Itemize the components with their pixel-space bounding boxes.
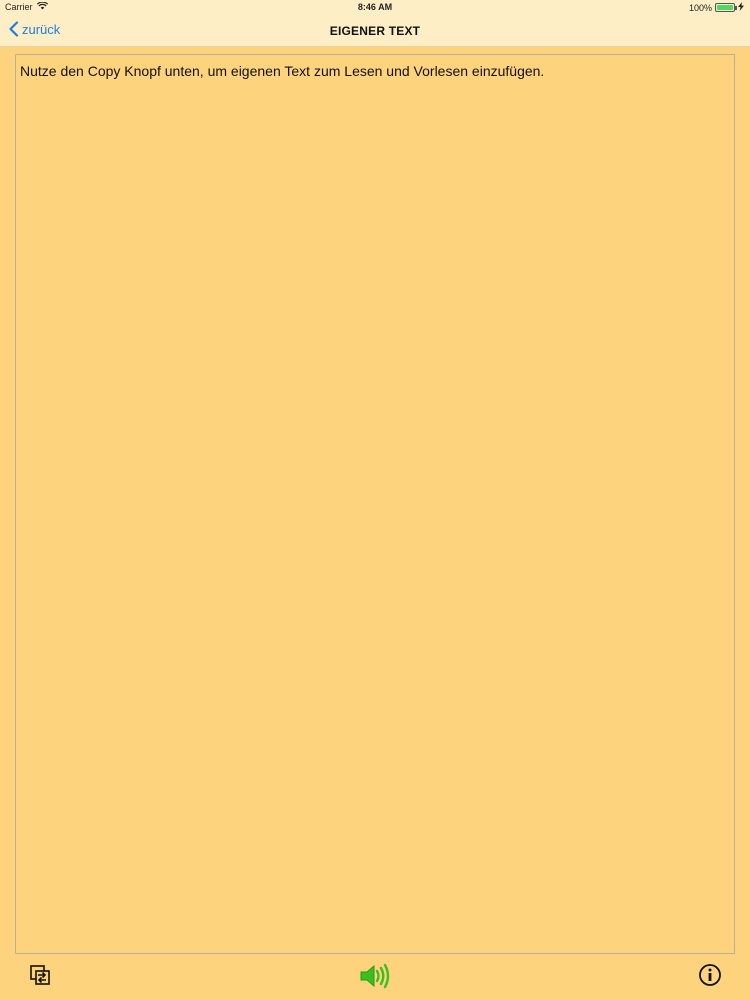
navigation-bar: zurück EIGENER TEXT xyxy=(0,16,750,47)
speaker-icon xyxy=(358,963,392,994)
info-icon xyxy=(698,964,722,991)
read-aloud-button[interactable] xyxy=(358,962,392,990)
status-right: 100% xyxy=(689,2,744,13)
battery-icon xyxy=(715,3,737,12)
battery-cap xyxy=(735,6,737,10)
bottom-toolbar xyxy=(0,955,750,1000)
battery-fill xyxy=(717,5,733,10)
charging-icon xyxy=(738,2,744,13)
custom-text-area[interactable]: Nutze den Copy Knopf unten, um eigenen T… xyxy=(15,54,735,954)
battery-percent: 100% xyxy=(688,2,712,13)
copy-button[interactable] xyxy=(28,963,52,987)
status-time: 8:46 AM xyxy=(357,2,393,12)
custom-text-content: Nutze den Copy Knopf unten, um eigenen T… xyxy=(20,63,545,79)
page-title: EIGENER TEXT xyxy=(329,24,421,38)
copy-paste-icon xyxy=(28,965,52,991)
status-bar: Carrier 8:46 AM 100% xyxy=(0,0,750,16)
info-button[interactable] xyxy=(698,963,722,987)
